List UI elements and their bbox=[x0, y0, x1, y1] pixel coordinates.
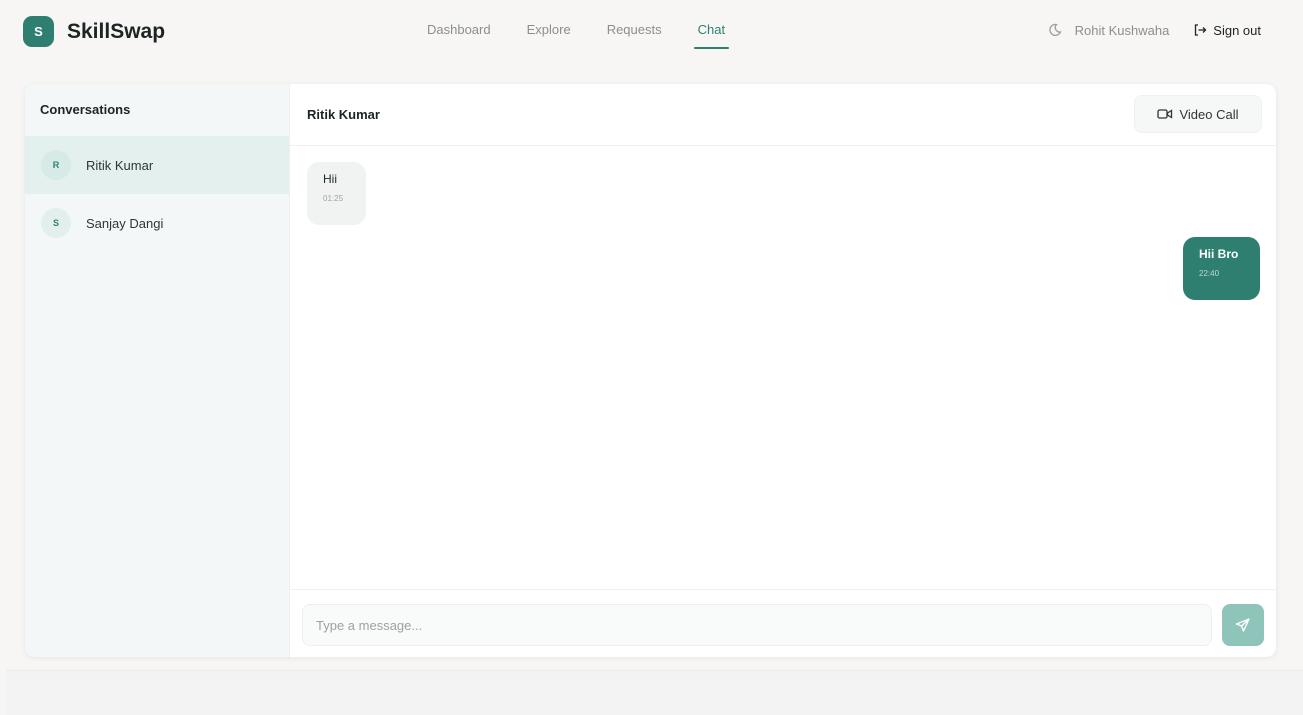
conversation-item[interactable]: S Sanjay Dangi bbox=[25, 194, 289, 252]
brand-logo: S bbox=[23, 16, 54, 47]
send-icon bbox=[1235, 618, 1250, 632]
message-text: Hii Bro bbox=[1199, 247, 1239, 261]
sign-out-icon bbox=[1195, 24, 1207, 36]
user-controls: Rohit Kushwaha Sign out bbox=[1047, 22, 1261, 38]
message-time: 22:40 bbox=[1199, 269, 1220, 278]
sign-out-button[interactable]: Sign out bbox=[1193, 23, 1261, 38]
avatar: S bbox=[41, 208, 71, 238]
top-navbar: S SkillSwap Dashboard Explore Requests C… bbox=[0, 0, 1303, 64]
nav-explore[interactable]: Explore bbox=[527, 22, 571, 48]
brand-name: SkillSwap bbox=[67, 19, 166, 43]
moon-icon[interactable] bbox=[1047, 22, 1063, 38]
avatar: R bbox=[41, 150, 71, 180]
sidebar-title: Conversations bbox=[40, 102, 131, 117]
brand[interactable]: S SkillSwap bbox=[23, 16, 165, 47]
message-time: 01:25 bbox=[323, 194, 344, 203]
message-incoming: Hii 01:25 bbox=[307, 162, 366, 225]
nav-requests[interactable]: Requests bbox=[607, 22, 662, 48]
conversation-name: Ritik Kumar bbox=[86, 157, 154, 173]
sign-out-label: Sign out bbox=[1213, 22, 1261, 38]
conversations-sidebar: Conversations R Ritik Kumar S Sanjay Dan… bbox=[25, 84, 290, 657]
conversation-name: Sanjay Dangi bbox=[86, 215, 164, 231]
page-footer bbox=[6, 670, 1303, 715]
message-outgoing: Hii Bro 22:40 bbox=[1183, 237, 1260, 300]
message-input[interactable] bbox=[302, 604, 1212, 646]
user-name: Rohit Kushwaha bbox=[1074, 22, 1170, 38]
message-composer bbox=[290, 589, 1276, 657]
chat-header: Ritik Kumar Video Call bbox=[290, 84, 1276, 146]
video-call-label: Video Call bbox=[1179, 106, 1239, 122]
video-call-button[interactable]: Video Call bbox=[1134, 95, 1262, 133]
chat-title: Ritik Kumar bbox=[307, 107, 380, 122]
main-nav: Dashboard Explore Requests Chat bbox=[427, 22, 761, 49]
conversation-item[interactable]: R Ritik Kumar bbox=[25, 136, 289, 194]
chat-card: Conversations R Ritik Kumar S Sanjay Dan… bbox=[25, 84, 1276, 657]
video-camera-icon bbox=[1157, 109, 1173, 119]
send-button[interactable] bbox=[1222, 604, 1264, 646]
nav-chat[interactable]: Chat bbox=[693, 22, 730, 49]
nav-dashboard[interactable]: Dashboard bbox=[427, 22, 491, 48]
chat-panel: Ritik Kumar Video Call Hii 01:25 Hii Bro… bbox=[290, 84, 1276, 657]
message-text: Hii bbox=[323, 172, 337, 186]
